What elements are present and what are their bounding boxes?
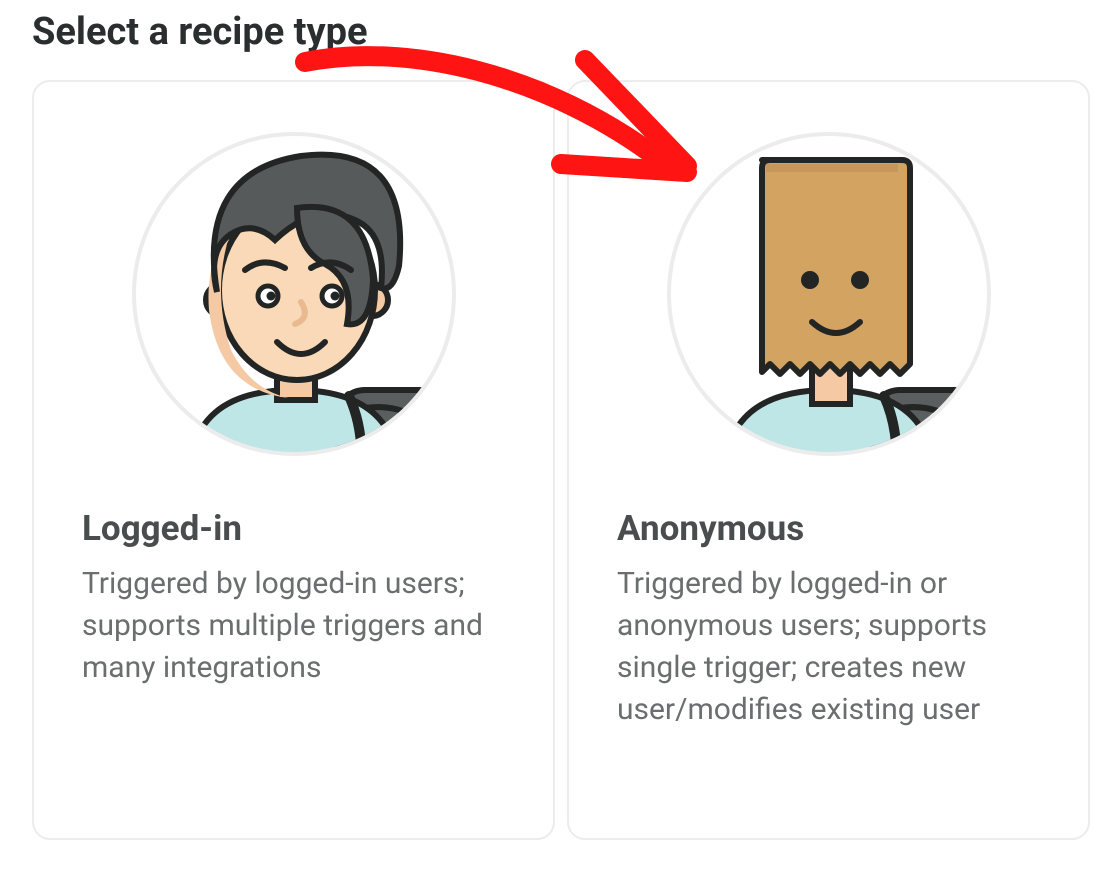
card-anonymous[interactable]: Anonymous Triggered by logged-in or anon…	[567, 80, 1090, 840]
anonymous-user-icon	[654, 120, 1004, 472]
logged-in-user-icon	[119, 120, 469, 472]
page-title: Select a recipe type	[32, 10, 1090, 54]
card-title: Anonymous	[617, 508, 1040, 549]
card-description: Triggered by logged-in users; supports m…	[82, 563, 505, 689]
card-description: Triggered by logged-in or anonymous user…	[617, 563, 1040, 731]
card-title: Logged-in	[82, 508, 505, 549]
recipe-type-cards: Logged-in Triggered by logged-in users; …	[32, 80, 1090, 840]
card-logged-in[interactable]: Logged-in Triggered by logged-in users; …	[32, 80, 555, 840]
